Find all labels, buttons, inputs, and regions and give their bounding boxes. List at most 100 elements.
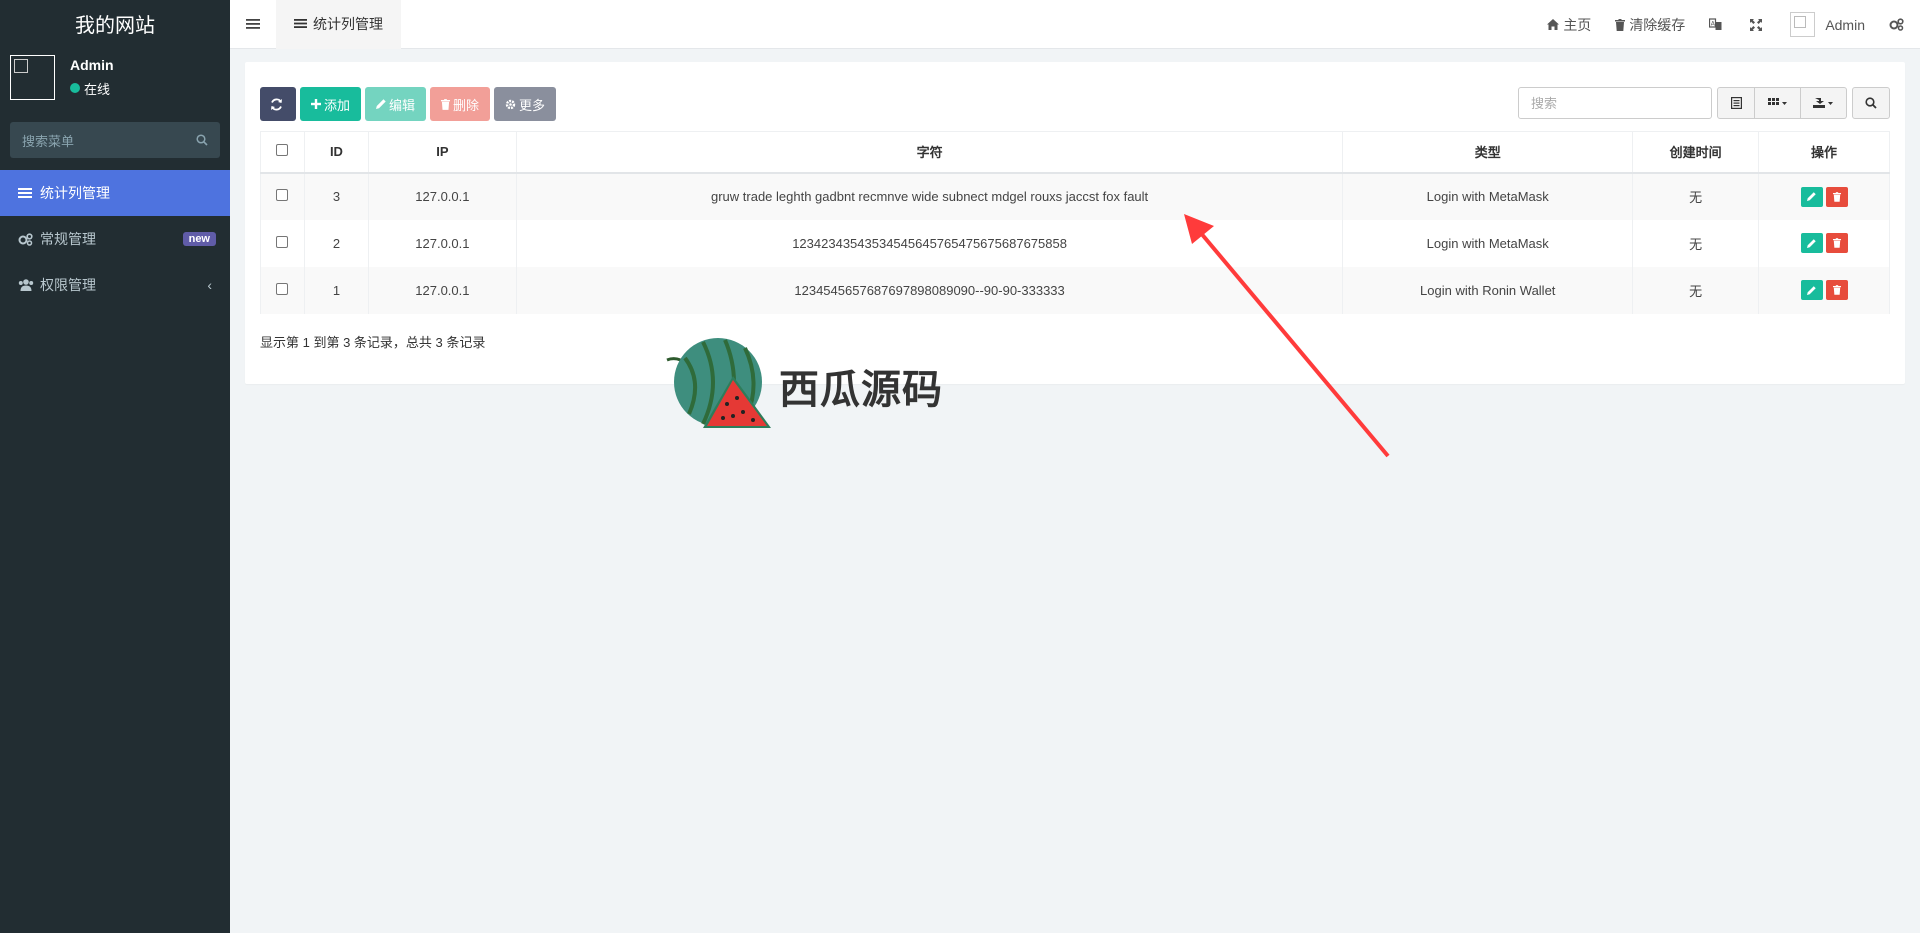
cell-created: 无 — [1632, 219, 1760, 267]
delete-label: 删除 — [453, 97, 480, 113]
home-icon — [1547, 19, 1560, 30]
user-status: 在线 — [70, 79, 114, 98]
row-edit-button[interactable] — [1800, 233, 1823, 253]
pencil-icon — [1807, 238, 1816, 248]
row-edit-button[interactable] — [1800, 186, 1823, 207]
home-link[interactable]: 主页 — [1535, 0, 1603, 49]
table-search-input[interactable] — [1518, 87, 1712, 119]
cell-ip: 127.0.0.1 — [367, 172, 517, 220]
cell-ip: 127.0.0.1 — [367, 266, 517, 314]
column-header-ip[interactable]: IP — [367, 131, 517, 174]
pencil-icon — [1807, 285, 1816, 295]
online-dot-icon — [70, 83, 80, 93]
clear-cache-label: 清除缓存 — [1629, 16, 1686, 33]
trash-icon — [1832, 285, 1841, 295]
cell-id: 1 — [303, 266, 369, 314]
user-name: Admin — [70, 56, 114, 73]
add-label: 添加 — [324, 97, 351, 113]
avatar — [10, 54, 55, 100]
search-icon — [1865, 97, 1877, 109]
more-label: 更多 — [519, 97, 546, 113]
action-toolbar: 添加 编辑 删除 更多 — [260, 87, 560, 121]
column-header-created[interactable]: 创建时间 — [1632, 131, 1760, 174]
column-header-actions: 操作 — [1758, 131, 1890, 174]
annotation-arrow-icon — [1184, 214, 1390, 458]
fullscreen-button[interactable] — [1738, 0, 1778, 49]
sidebar: 我的网站 Admin 在线 搜索菜单 统计列管理 常规管理 new 权限管理 ‹ — [0, 0, 230, 933]
menu-search-input[interactable]: 搜索菜单 — [10, 122, 220, 158]
table-view-icon — [1730, 97, 1742, 109]
clear-cache-button[interactable]: 清除缓存 — [1603, 0, 1697, 49]
watermelon-logo-icon — [666, 338, 771, 428]
sidebar-item-stats[interactable]: 统计列管理 — [0, 170, 230, 216]
table-row[interactable]: 2 127.0.0.1 1234234354353454564576547567… — [260, 219, 1890, 267]
language-button[interactable]: A — [1697, 0, 1738, 49]
cell-created: 无 — [1632, 266, 1760, 314]
user-menu[interactable]: Admin — [1778, 0, 1877, 49]
refresh-button[interactable] — [260, 87, 296, 121]
sidebar-item-general[interactable]: 常规管理 new — [0, 216, 230, 262]
table-row[interactable]: 3 127.0.0.1 gruw trade leghth gadbnt rec… — [260, 172, 1890, 220]
column-header-type[interactable]: 类型 — [1342, 131, 1634, 174]
list-icon — [294, 16, 307, 32]
broken-image-icon — [14, 58, 28, 73]
cell-ip: 127.0.0.1 — [367, 219, 517, 267]
table-header-row: ID IP 字符 类型 创建时间 操作 — [260, 131, 1890, 174]
advanced-search-button[interactable] — [1852, 87, 1890, 119]
search-icon[interactable] — [196, 134, 208, 146]
fullscreen-icon — [1750, 18, 1763, 31]
pencil-icon — [1807, 192, 1816, 201]
row-checkbox[interactable] — [276, 282, 289, 295]
tab-label: 统计列管理 — [313, 16, 383, 32]
column-header-id[interactable]: ID — [303, 131, 369, 174]
edit-label: 编辑 — [389, 97, 416, 113]
add-button[interactable]: 添加 — [300, 87, 362, 121]
trash-icon — [441, 98, 451, 110]
row-checkbox[interactable] — [276, 235, 289, 248]
home-label: 主页 — [1563, 16, 1592, 33]
columns-dropdown-button[interactable] — [1755, 87, 1801, 119]
gear-icon — [505, 99, 516, 109]
users-icon — [18, 279, 38, 291]
table-row[interactable]: 1 127.0.0.1 12345456576876978980890​90--… — [260, 266, 1890, 314]
columns-icon — [1767, 98, 1787, 105]
column-header-text[interactable]: 字符 — [515, 131, 1344, 174]
row-delete-button[interactable] — [1825, 233, 1848, 253]
trash-icon — [1832, 191, 1841, 202]
hamburger-icon — [246, 19, 260, 29]
new-badge: new — [182, 232, 216, 246]
row-checkbox[interactable] — [276, 189, 289, 201]
select-all-checkbox[interactable] — [276, 144, 289, 157]
sidebar-item-permissions[interactable]: 权限管理 ‹ — [0, 262, 230, 308]
edit-button[interactable]: 编辑 — [365, 87, 427, 121]
sidebar-item-label: 常规管理 — [40, 231, 96, 247]
tab-stats[interactable]: 统计列管理 — [276, 0, 401, 49]
user-avatar — [1790, 12, 1816, 37]
row-delete-button[interactable] — [1825, 186, 1848, 207]
sidebar-item-label: 统计列管理 — [40, 185, 110, 201]
trash-icon — [1615, 18, 1626, 31]
export-dropdown-button[interactable] — [1801, 87, 1847, 119]
chevron-left-icon: ‹ — [207, 277, 212, 293]
site-logo[interactable]: 我的网站 — [0, 0, 230, 46]
settings-button[interactable] — [1877, 0, 1920, 49]
user-panel: Admin 在线 — [0, 46, 230, 108]
content-panel: 添加 编辑 删除 更多 搜索 ID IP 字符 类型 创建时间 操作 3 127… — [245, 62, 1905, 384]
top-header: 统计列管理 主页 清除缓存 A Admin — [230, 0, 1920, 49]
sidebar-toggle-button[interactable] — [230, 0, 276, 49]
pagination-info: 显示第 1 到第 3 条记录，总共 3 条记录 — [260, 335, 486, 350]
delete-button[interactable]: 删除 — [430, 87, 491, 121]
row-edit-button[interactable] — [1800, 280, 1823, 300]
cogs-icon — [18, 232, 38, 246]
trash-icon — [1832, 238, 1841, 248]
more-button[interactable]: 更多 — [494, 87, 557, 121]
watermark-text: 西瓜源码 — [779, 367, 943, 413]
menu-search-placeholder: 搜索菜单 — [22, 133, 75, 149]
export-icon — [1812, 98, 1833, 108]
toggle-view-button[interactable] — [1717, 87, 1755, 119]
row-delete-button[interactable] — [1825, 280, 1848, 300]
translate-icon: A — [1709, 18, 1722, 30]
plus-icon — [311, 99, 321, 109]
select-all-cell — [260, 131, 305, 174]
cell-id: 3 — [303, 172, 369, 220]
